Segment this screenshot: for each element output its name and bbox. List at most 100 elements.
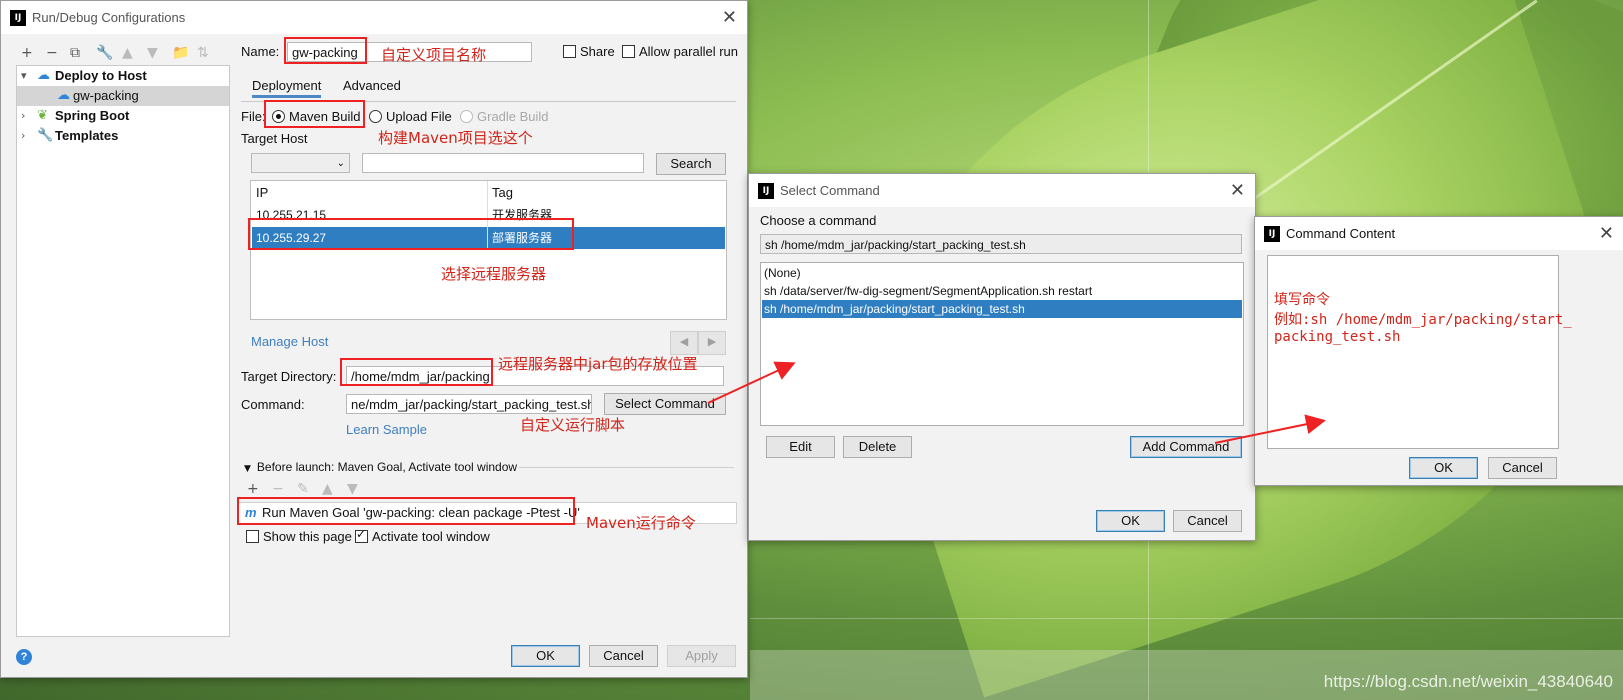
move-down-icon[interactable]: ▼ [347,481,358,497]
show-page-label: Show this page [263,529,352,544]
current-command-field[interactable]: sh /home/mdm_jar/packing/start_packing_t… [760,234,1242,254]
before-launch-section[interactable]: ▼ Before launch: Maven Goal, Activate too… [244,460,517,474]
column-separator [487,181,488,249]
radio-selected-icon[interactable] [272,110,285,123]
tab-advanced[interactable]: Advanced [343,78,401,93]
learn-sample-link[interactable]: Learn Sample [346,422,427,437]
annotation-note: 构建Maven项目选这个 [378,129,533,147]
radio-icon[interactable] [369,110,382,123]
move-up-icon[interactable]: ▲ [122,45,133,61]
add-icon[interactable]: + [21,45,33,61]
list-item-selected[interactable]: sh /home/mdm_jar/packing/start_packing_t… [762,300,1242,318]
chevron-down-icon: ⌄ [336,158,345,169]
command-content-dialog: IJ Command Content ✕ OK Cancel [1254,216,1623,486]
scroll-right-icon[interactable]: ▶ [698,331,726,355]
command-list: (None) sh /data/server/fw-dig-segment/Se… [760,262,1244,426]
cancel-button[interactable]: Cancel [589,645,658,667]
checkbox-icon[interactable] [622,45,635,58]
add-command-button[interactable]: Add Command [1130,436,1242,458]
annotation-note: 自定义运行脚本 [520,416,626,434]
chevron-right-icon[interactable]: › [21,106,25,126]
manage-host-link[interactable]: Manage Host [251,334,328,349]
dialog-title: Run/Debug Configurations [32,10,186,25]
annotation-note: 远程服务器中jar包的存放位置 [498,355,698,373]
move-down-icon[interactable]: ▼ [147,45,158,61]
share-label: Share [580,44,615,59]
ok-button[interactable]: OK [1096,510,1165,532]
search-button[interactable]: Search [656,153,726,175]
command-field[interactable]: ne/mdm_jar/packing/start_packing_test.sh [346,394,592,414]
cancel-button[interactable]: Cancel [1173,510,1242,532]
section-divider [519,467,734,468]
target-directory-label: Target Directory: [241,369,337,384]
allow-parallel-checkbox[interactable]: Allow parallel run [622,44,738,59]
tree-item-spring-boot[interactable]: › ❦ Spring Boot [17,106,229,126]
tree-item-label: Spring Boot [55,108,130,123]
add-icon[interactable]: + [247,481,259,497]
table-row[interactable]: 10.255.21.15 开发服务器 [252,204,725,226]
checkbox-icon[interactable] [246,530,259,543]
chevron-down-icon[interactable]: ▾ [21,66,27,86]
checkbox-checked-icon[interactable] [355,527,368,543]
title-bar: IJ Command Content ✕ [1255,217,1623,250]
delete-button[interactable]: Delete [843,436,912,458]
scroll-left-icon[interactable]: ◀ [670,331,698,355]
command-label: Command: [241,397,305,412]
ok-button[interactable]: OK [511,645,580,667]
select-command-dialog: IJ Select Command ✕ Choose a command sh … [748,173,1256,541]
radio-label: Maven Build [289,109,361,124]
tree-item-deploy-to-host[interactable]: ▾ ☁ Deploy to Host [17,66,229,86]
apply-button[interactable]: Apply [667,645,736,667]
wrench-icon[interactable]: 🔧 [96,45,113,61]
tab-deployment[interactable]: Deployment [252,78,322,98]
host-search-input[interactable] [362,153,644,173]
copy-icon[interactable]: ⧉ [70,45,80,61]
share-checkbox[interactable]: Share [563,44,615,59]
maven-build-radio[interactable]: Maven Build [272,109,361,124]
checkbox-icon[interactable] [563,45,576,58]
annotation-note: packing_test.sh [1274,329,1401,345]
gradle-build-radio[interactable]: Gradle Build [460,109,549,124]
title-bar: IJ Run/Debug Configurations ✕ [1,1,747,34]
list-item[interactable]: (None) [762,264,1242,282]
cancel-button[interactable]: Cancel [1488,457,1557,479]
chevron-down-icon[interactable]: ▼ [244,464,251,474]
host-type-dropdown[interactable]: ⌄ [251,153,350,173]
activate-tool-window-checkbox[interactable]: Activate tool window [355,527,490,544]
close-icon[interactable]: ✕ [1230,180,1245,201]
radio-label: Upload File [386,109,452,124]
tree-item-label: Deploy to Host [55,68,147,83]
tree-item-gw-packing[interactable]: ☁ gw-packing [17,86,229,106]
edit-icon[interactable]: ✎ [297,481,309,497]
close-icon[interactable]: ✕ [1599,223,1614,244]
maven-goal-item[interactable]: Run Maven Goal 'gw-packing: clean packag… [262,505,580,520]
command-content-textarea[interactable] [1267,255,1559,449]
tree-item-templates[interactable]: › 🔧 Templates [17,126,229,146]
cloud-upload-icon: ☁ [57,88,70,103]
chevron-right-icon[interactable]: › [21,126,25,146]
help-icon[interactable]: ? [16,649,32,665]
folder-icon[interactable]: 📁 [172,45,189,61]
show-page-checkbox[interactable]: Show this page [246,529,352,544]
move-up-icon[interactable]: ▲ [322,481,333,497]
name-label: Name: [241,44,280,59]
radio-icon[interactable] [460,110,473,123]
intellij-icon: IJ [1264,225,1280,242]
ok-button[interactable]: OK [1409,457,1478,479]
table-row-selected[interactable]: 10.255.29.27 部署服务器 [252,227,725,249]
select-command-button[interactable]: Select Command [604,393,726,415]
cloud-upload-icon: ☁ [37,68,50,83]
annotation-note: 选择远程服务器 [441,265,547,283]
title-bar: IJ Select Command ✕ [749,174,1255,207]
sort-icon[interactable]: ⇅ [197,45,209,61]
annotation-note: 填写命令 [1274,292,1330,308]
tree-item-label: Templates [55,128,119,143]
list-item[interactable]: sh /data/server/fw-dig-segment/SegmentAp… [762,282,1242,300]
upload-file-radio[interactable]: Upload File [369,109,452,124]
remove-icon[interactable]: − [46,45,58,61]
radio-label: Gradle Build [477,109,549,124]
remove-icon[interactable]: − [272,481,284,497]
close-icon[interactable]: ✕ [722,7,737,28]
watermark: https://blog.csdn.net/weixin_43840640 [1323,672,1613,691]
edit-button[interactable]: Edit [766,436,835,458]
